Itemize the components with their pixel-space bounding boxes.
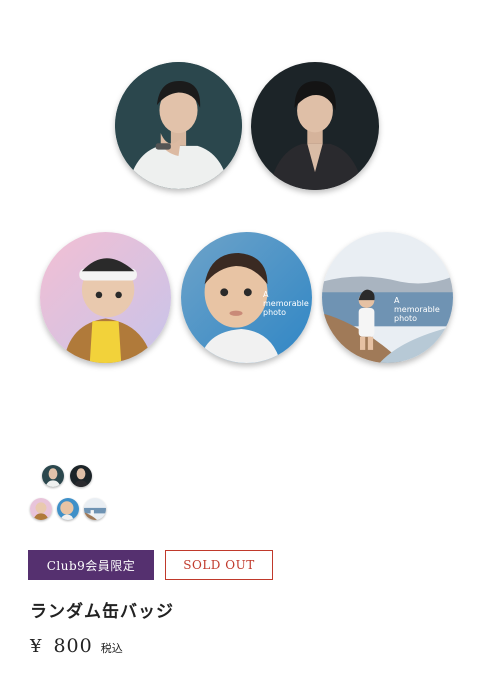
badge-baby-photo-1-graphic bbox=[40, 232, 171, 363]
thumbnail-4[interactable] bbox=[57, 498, 79, 520]
product-main-image: A memorable photo A memorable photo bbox=[0, 0, 492, 440]
price-currency: ¥ bbox=[30, 636, 42, 657]
badge-portrait-2 bbox=[251, 62, 379, 190]
badge-baby-photo-1 bbox=[40, 232, 171, 363]
thumbnail-3[interactable] bbox=[30, 498, 52, 520]
thumbnail-gallery bbox=[30, 465, 170, 525]
sold-out-badge: SOLD OUT bbox=[165, 550, 273, 580]
thumbnail-2[interactable] bbox=[70, 465, 92, 487]
thumbnail-5[interactable] bbox=[84, 498, 106, 520]
badge-portrait-2-graphic bbox=[251, 62, 379, 190]
badge-caption-memorable-photo-1: A memorable photo bbox=[263, 290, 309, 318]
badge-portrait-1-graphic bbox=[115, 62, 242, 189]
badge-portrait-1 bbox=[115, 62, 242, 189]
badge-baby-photo-2: A memorable photo bbox=[181, 232, 312, 363]
price-amount: 800 bbox=[53, 635, 93, 657]
members-only-tag: Club9会員限定 bbox=[28, 550, 154, 580]
badge-caption-memorable-photo-2: A memorable photo bbox=[394, 296, 440, 324]
product-title: ランダム缶バッジ bbox=[30, 602, 174, 622]
product-price: ¥ 800 税込 bbox=[30, 635, 123, 657]
badge-beach-photo: A memorable photo bbox=[322, 232, 453, 363]
price-tax-note: 税込 bbox=[100, 642, 123, 655]
thumbnail-1[interactable] bbox=[42, 465, 64, 487]
